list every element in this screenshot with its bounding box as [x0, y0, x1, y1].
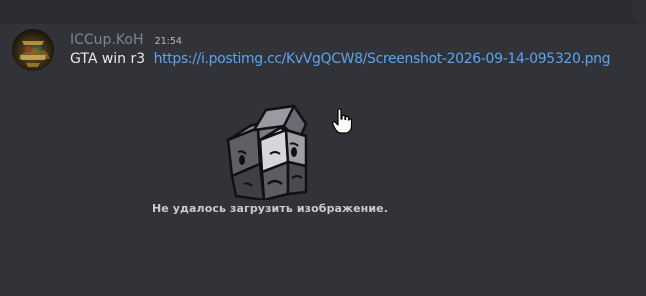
hand-pointer-cursor	[332, 108, 353, 134]
avatar-image	[12, 29, 54, 71]
message-content: GTA win r3 https://i.postimg.cc/KvVgQCW8…	[70, 51, 611, 67]
username[interactable]: ICCup.KoH	[70, 32, 143, 48]
message-text: GTA win r3	[70, 51, 146, 67]
message-link[interactable]: https://i.postimg.cc/KvVgQCW8/Screenshot…	[154, 51, 611, 67]
message-header: ICCup.KoH 21:54	[70, 29, 182, 48]
avatar[interactable]	[12, 29, 54, 71]
top-bar-corner	[632, 0, 646, 24]
image-error-text: Не удалось загрузить изображение.	[151, 202, 389, 215]
broken-cube-icon	[220, 100, 324, 202]
timestamp[interactable]: 21:54	[155, 36, 182, 47]
image-embed-error: Не удалось загрузить изображение.	[140, 80, 400, 230]
top-bar	[0, 0, 646, 24]
